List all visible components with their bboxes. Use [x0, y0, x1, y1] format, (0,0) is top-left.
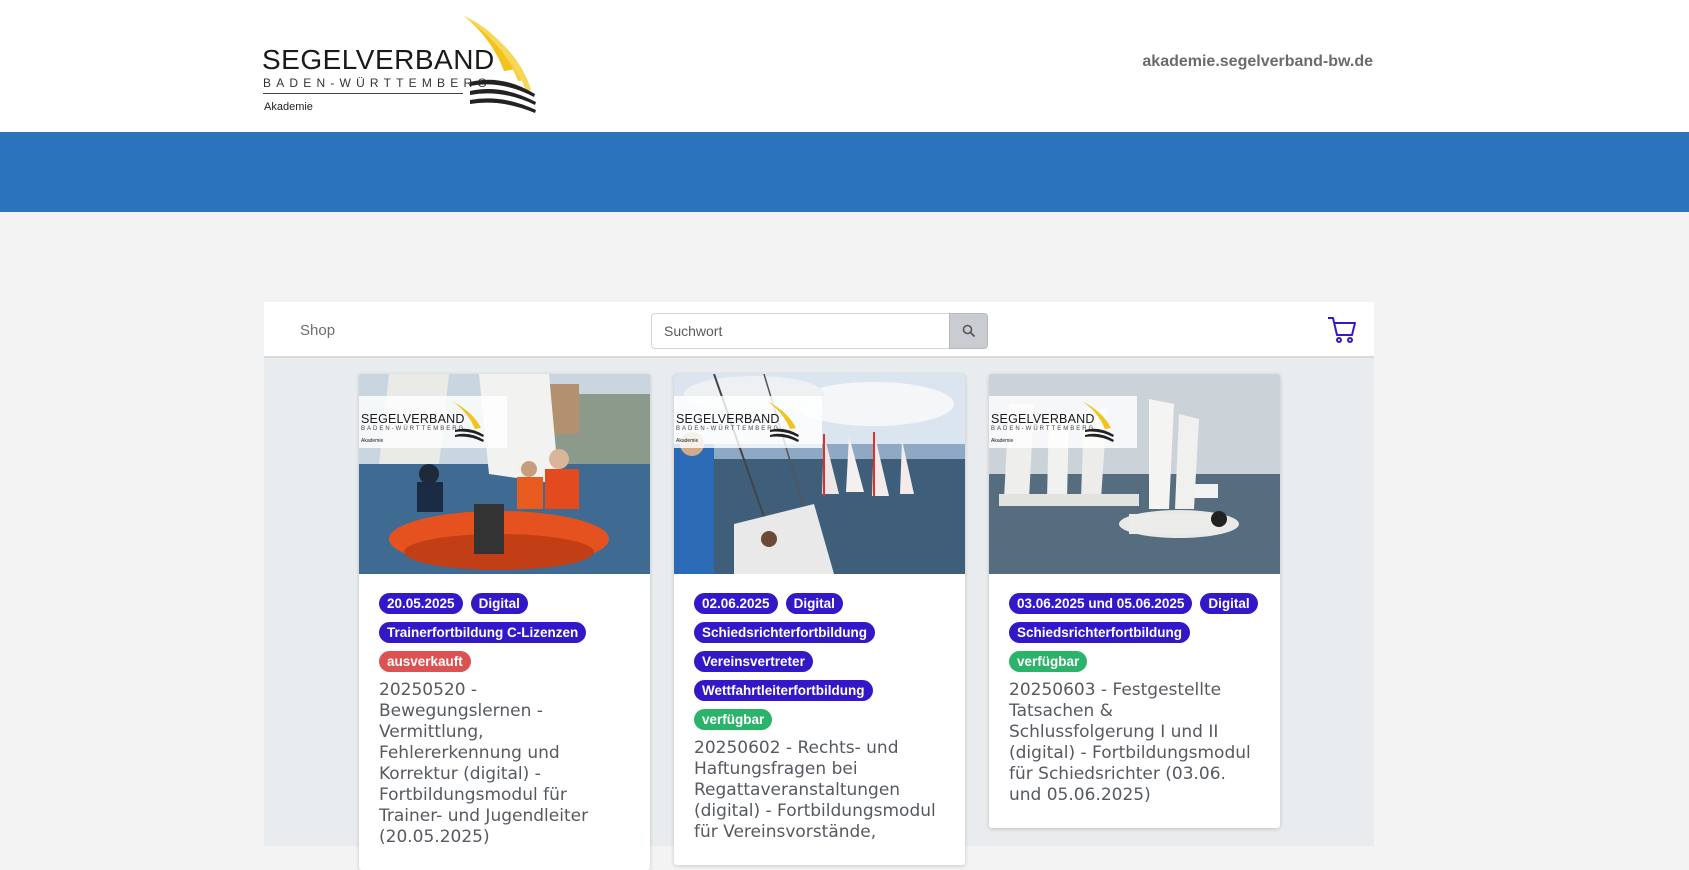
- cart-icon[interactable]: [1326, 313, 1358, 345]
- logo-region: BADEN-WÜRTTEMBERG: [263, 76, 492, 90]
- overlay-sail-icon: [452, 401, 484, 442]
- search-input[interactable]: [651, 313, 951, 349]
- format-badge: Digital: [1200, 593, 1258, 614]
- product-card[interactable]: SEGELVERBAND BADEN-WÜRTTEMBERG Akademie …: [674, 374, 965, 865]
- product-title[interactable]: 20250602 - Rechts- und Haftungsfragen be…: [694, 738, 945, 843]
- sail-logo-icon: [464, 16, 536, 113]
- overlay-logo-name: SEGELVERBAND: [991, 412, 1095, 426]
- category-badge: Schiedsrichterfortbildung: [694, 622, 876, 643]
- overlay-logo-name: SEGELVERBAND: [361, 412, 465, 426]
- product-title[interactable]: 20250520 - Bewegungslernen - Vermittlung…: [379, 680, 630, 848]
- overlay-logo-region: BADEN-WÜRTTEMBERG: [991, 426, 1096, 432]
- overlay-logo-region: BADEN-WÜRTTEMBERG: [361, 426, 466, 432]
- status-badge: verfügbar: [1009, 651, 1088, 672]
- date-badge: 03.06.2025 und 05.06.2025: [1009, 593, 1193, 614]
- date-badge: 02.06.2025: [694, 593, 778, 614]
- overlay-sail-icon: [1082, 401, 1114, 442]
- product-image[interactable]: SEGELVERBAND BADEN-WÜRTTEMBERG Akademie: [359, 374, 650, 574]
- overlay-logo-subtitle: Akademie: [991, 438, 1014, 444]
- search-button[interactable]: [949, 313, 988, 349]
- product-image[interactable]: SEGELVERBAND BADEN-WÜRTTEMBERG Akademie: [674, 374, 965, 574]
- product-card[interactable]: SEGELVERBAND BADEN-WÜRTTEMBERG Akademie …: [989, 374, 1280, 828]
- search-icon: [962, 324, 975, 338]
- overlay-logo-subtitle: Akademie: [361, 438, 384, 444]
- site-url[interactable]: akademie.segelverband-bw.de: [1142, 53, 1373, 71]
- logo-divider: [263, 93, 463, 94]
- date-badge: 20.05.2025: [379, 593, 463, 614]
- hero-banner: [0, 132, 1689, 212]
- image-logo-overlay: SEGELVERBAND BADEN-WÜRTTEMBERG Akademie: [674, 396, 822, 448]
- category-badge: Vereinsvertreter: [694, 651, 813, 672]
- format-badge: Digital: [785, 593, 843, 614]
- shop-navbar: Shop: [264, 302, 1374, 358]
- product-card[interactable]: SEGELVERBAND BADEN-WÜRTTEMBERG Akademie …: [359, 374, 650, 870]
- logo-subtitle: Akademie: [264, 101, 313, 113]
- image-logo-overlay: SEGELVERBAND BADEN-WÜRTTEMBERG Akademie: [989, 396, 1137, 448]
- overlay-sail-icon: [767, 401, 799, 442]
- format-badge: Digital: [470, 593, 528, 614]
- status-badge: verfügbar: [694, 709, 773, 730]
- logo-name: SEGELVERBAND: [262, 44, 495, 75]
- segelverband-logo[interactable]: SEGELVERBAND BADEN-WÜRTTEMBERG Akademie: [262, 14, 537, 118]
- status-badge: ausverkauft: [379, 651, 471, 672]
- image-logo-overlay: SEGELVERBAND BADEN-WÜRTTEMBERG Akademie: [359, 396, 507, 448]
- overlay-logo-subtitle: Akademie: [676, 438, 699, 444]
- site-header: SEGELVERBAND BADEN-WÜRTTEMBERG Akademie …: [0, 0, 1689, 132]
- nav-shop-link[interactable]: Shop: [300, 322, 335, 339]
- product-title[interactable]: 20250603 - Festgestellte Tatsachen & Sch…: [1009, 680, 1260, 806]
- product-grid: SEGELVERBAND BADEN-WÜRTTEMBERG Akademie …: [264, 358, 1374, 870]
- category-badge: Wettfahrtleiterfortbildung: [694, 680, 873, 701]
- category-badge: Schiedsrichterfortbildung: [1009, 622, 1191, 643]
- product-image[interactable]: SEGELVERBAND BADEN-WÜRTTEMBERG Akademie: [989, 374, 1280, 574]
- category-badge: Trainerfortbildung C-Lizenzen: [379, 622, 587, 643]
- overlay-logo-region: BADEN-WÜRTTEMBERG: [676, 426, 781, 432]
- overlay-logo-name: SEGELVERBAND: [676, 412, 780, 426]
